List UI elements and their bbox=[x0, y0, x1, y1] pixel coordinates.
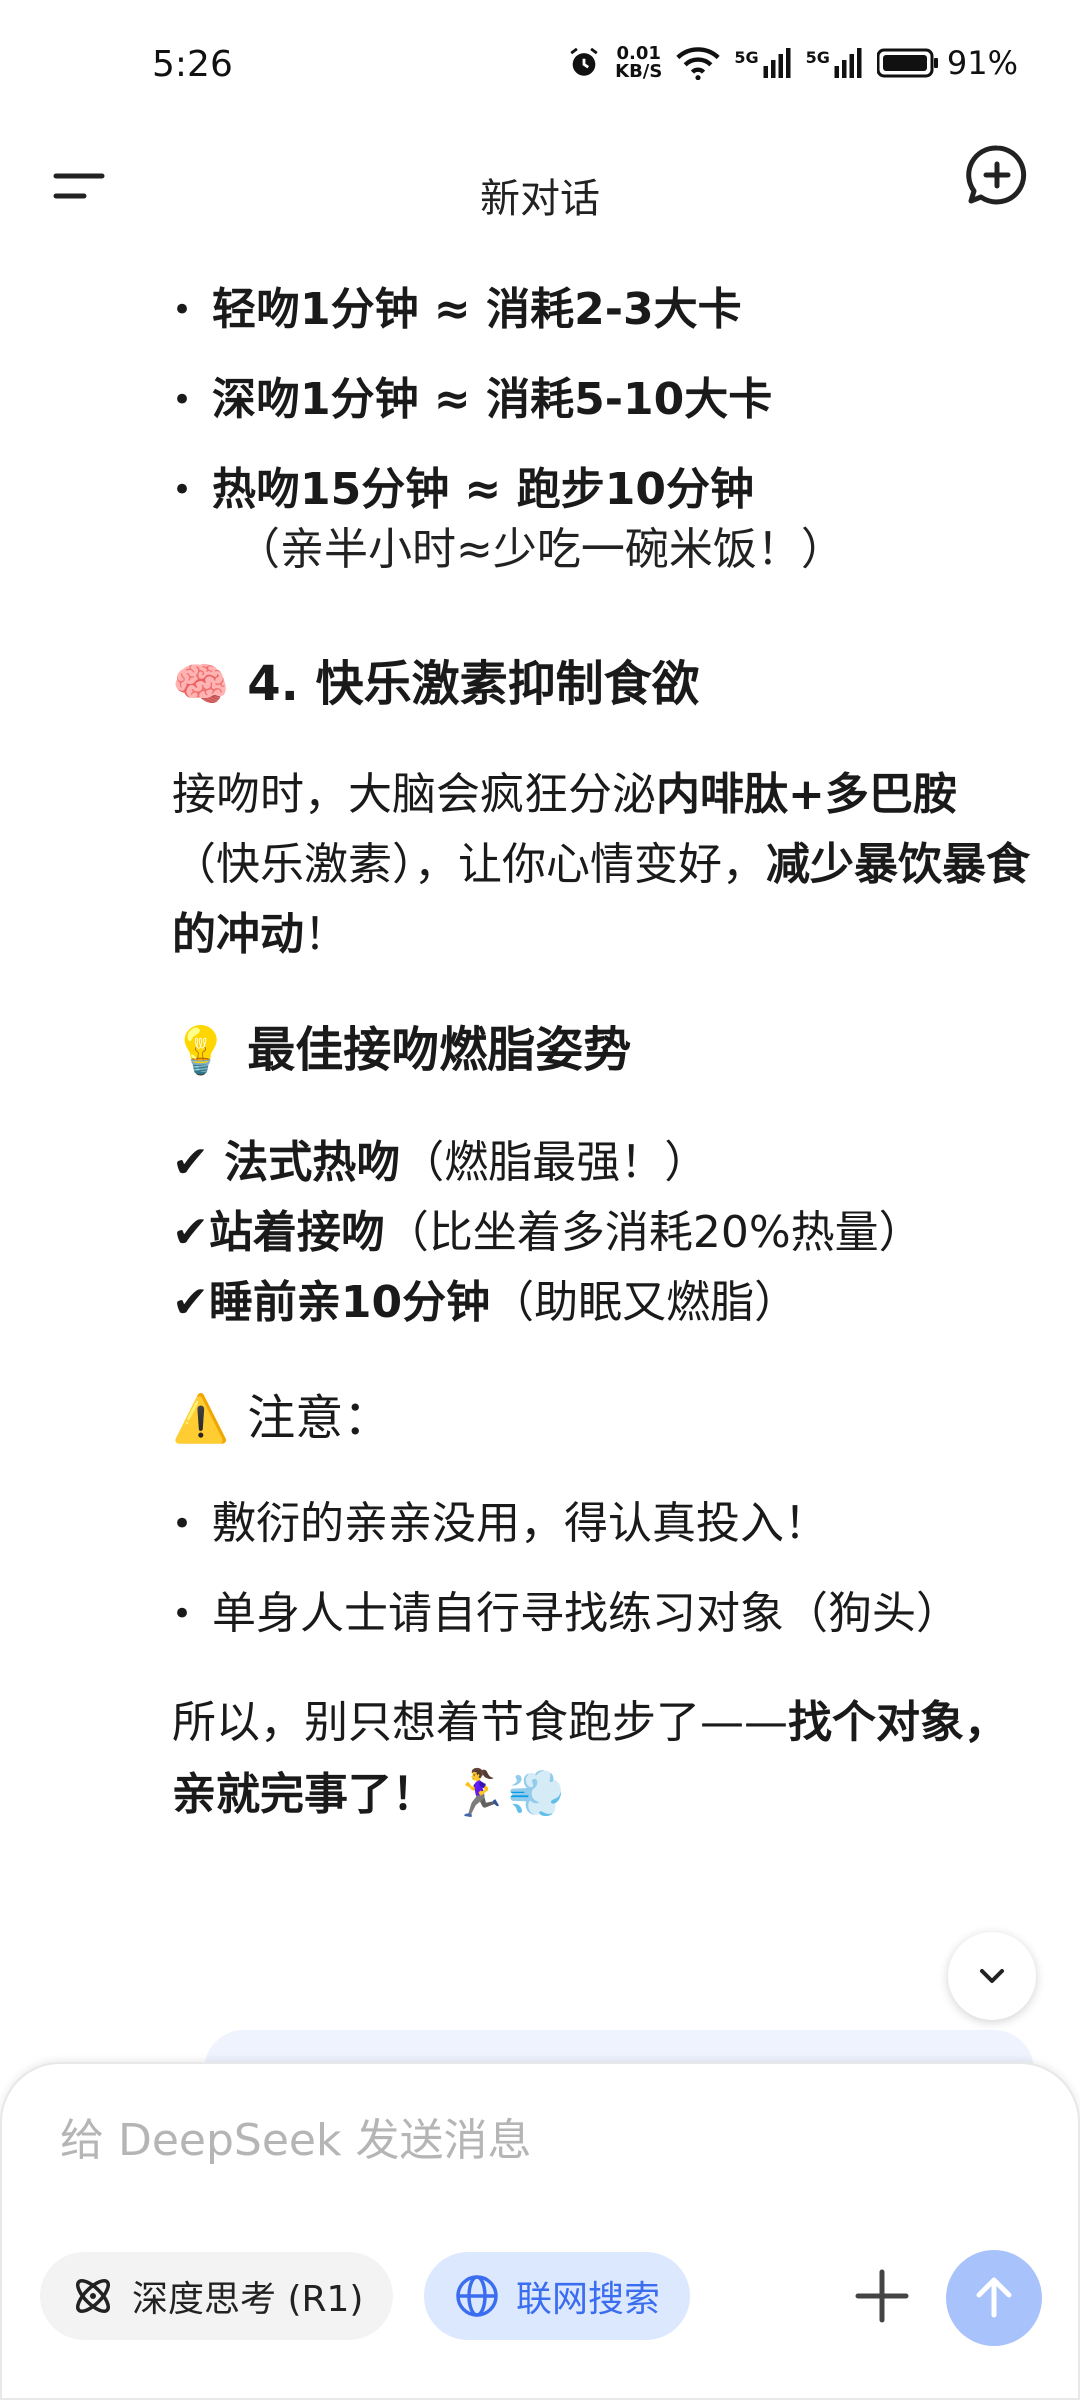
checklist: ✔ 法式热吻（燃脂最强！） ✔站着接吻（比坐着多消耗20%热量） ✔睡前亲10分… bbox=[172, 1128, 1032, 1338]
page-title: 新对话 bbox=[480, 176, 600, 222]
scroll-down-button[interactable] bbox=[948, 1932, 1036, 2020]
message-input[interactable] bbox=[58, 2104, 962, 2176]
section-heading: 🧠 4. 快乐激素抑制食欲 bbox=[172, 652, 1032, 716]
paragraph: 接吻时，大脑会疯狂分泌内啡肽+多巴胺（快乐激素），让你心情变好，减少暴饮暴食的冲… bbox=[172, 769, 1030, 960]
atom-icon bbox=[76, 2279, 110, 2313]
signal-5g-1: 5G bbox=[734, 48, 791, 78]
paragraph: 所以，别只想着节食跑步了——找个对象，亲就完事了！ 🏃‍♀️💨 bbox=[172, 1697, 1008, 1820]
list-item: ✔睡前亲10分钟（助眠又燃脂） bbox=[172, 1277, 799, 1328]
arrow-up-icon bbox=[976, 2277, 1012, 2318]
wifi-icon bbox=[676, 47, 721, 80]
section-heading: 💡 最佳接吻燃脂姿势 bbox=[172, 1018, 1032, 1082]
web-search-toggle[interactable]: 联网搜索 bbox=[424, 2252, 691, 2340]
globe-icon bbox=[456, 2275, 498, 2317]
status-icons: 0.01 KB/S 5G 5G 91% bbox=[567, 44, 1018, 82]
running-icon: 🏃‍♀️💨 bbox=[436, 1766, 566, 1820]
battery: 91% bbox=[876, 44, 1018, 82]
plus-icon bbox=[855, 2269, 909, 2323]
attach-button[interactable] bbox=[850, 2264, 914, 2328]
signal-bars-icon bbox=[763, 48, 791, 78]
net-speed: 0.01 KB/S bbox=[615, 43, 663, 82]
check-icon: ✔ bbox=[172, 1277, 209, 1328]
new-chat-button[interactable] bbox=[964, 142, 1030, 208]
alarm-icon bbox=[570, 47, 598, 76]
battery-icon bbox=[876, 48, 938, 78]
signal-bars-icon bbox=[834, 48, 862, 78]
top-bar: 新对话 bbox=[0, 130, 1080, 250]
send-button[interactable] bbox=[946, 2250, 1042, 2346]
chevron-down-icon bbox=[980, 1969, 1004, 1983]
assistant-message: 轻吻1分钟 ≈ 消耗2-3大卡 深吻1分钟 ≈ 消耗5-10大卡 热吻15分钟 … bbox=[172, 280, 1032, 1830]
new-chat-icon bbox=[966, 145, 1027, 205]
list-item: 热吻15分钟 ≈ 跑步10分钟（亲半小时≈少吃一碗米饭！） bbox=[172, 460, 1032, 580]
bullet-list-notes: 敷衍的亲亲没用，得认真投入！ 单身人士请自行寻找练习对象（狗头） bbox=[172, 1494, 1032, 1644]
signal-5g-2: 5G bbox=[806, 48, 863, 78]
status-bar: 5:26 0.01 KB/S 5G 5G 91% bbox=[0, 0, 1080, 140]
check-icon: ✔ bbox=[172, 1207, 209, 1258]
section-heading: ⚠️ 注意： bbox=[172, 1386, 1032, 1450]
warning-icon: ⚠️ bbox=[172, 1391, 230, 1445]
check-icon: ✔ bbox=[172, 1137, 209, 1188]
list-item: ✔站着接吻（比坐着多消耗20%热量） bbox=[172, 1207, 923, 1258]
list-item: 敷衍的亲亲没用，得认真投入！ bbox=[172, 1494, 1032, 1554]
deep-think-toggle[interactable]: 深度思考 (R1) bbox=[40, 2252, 394, 2340]
lightbulb-icon: 💡 bbox=[172, 1023, 230, 1077]
composer: 深度思考 (R1) 联网搜索 bbox=[0, 2062, 1080, 2400]
list-item: ✔ 法式热吻（燃脂最强！） bbox=[172, 1137, 709, 1188]
list-item: 深吻1分钟 ≈ 消耗5-10大卡 bbox=[172, 370, 1032, 430]
list-item: 单身人士请自行寻找练习对象（狗头） bbox=[172, 1584, 1032, 1644]
list-item: 轻吻1分钟 ≈ 消耗2-3大卡 bbox=[172, 280, 1032, 340]
status-time: 5:26 bbox=[152, 44, 233, 85]
bullet-list-calories: 轻吻1分钟 ≈ 消耗2-3大卡 深吻1分钟 ≈ 消耗5-10大卡 热吻15分钟 … bbox=[172, 280, 1032, 580]
brain-icon: 🧠 bbox=[172, 657, 230, 711]
